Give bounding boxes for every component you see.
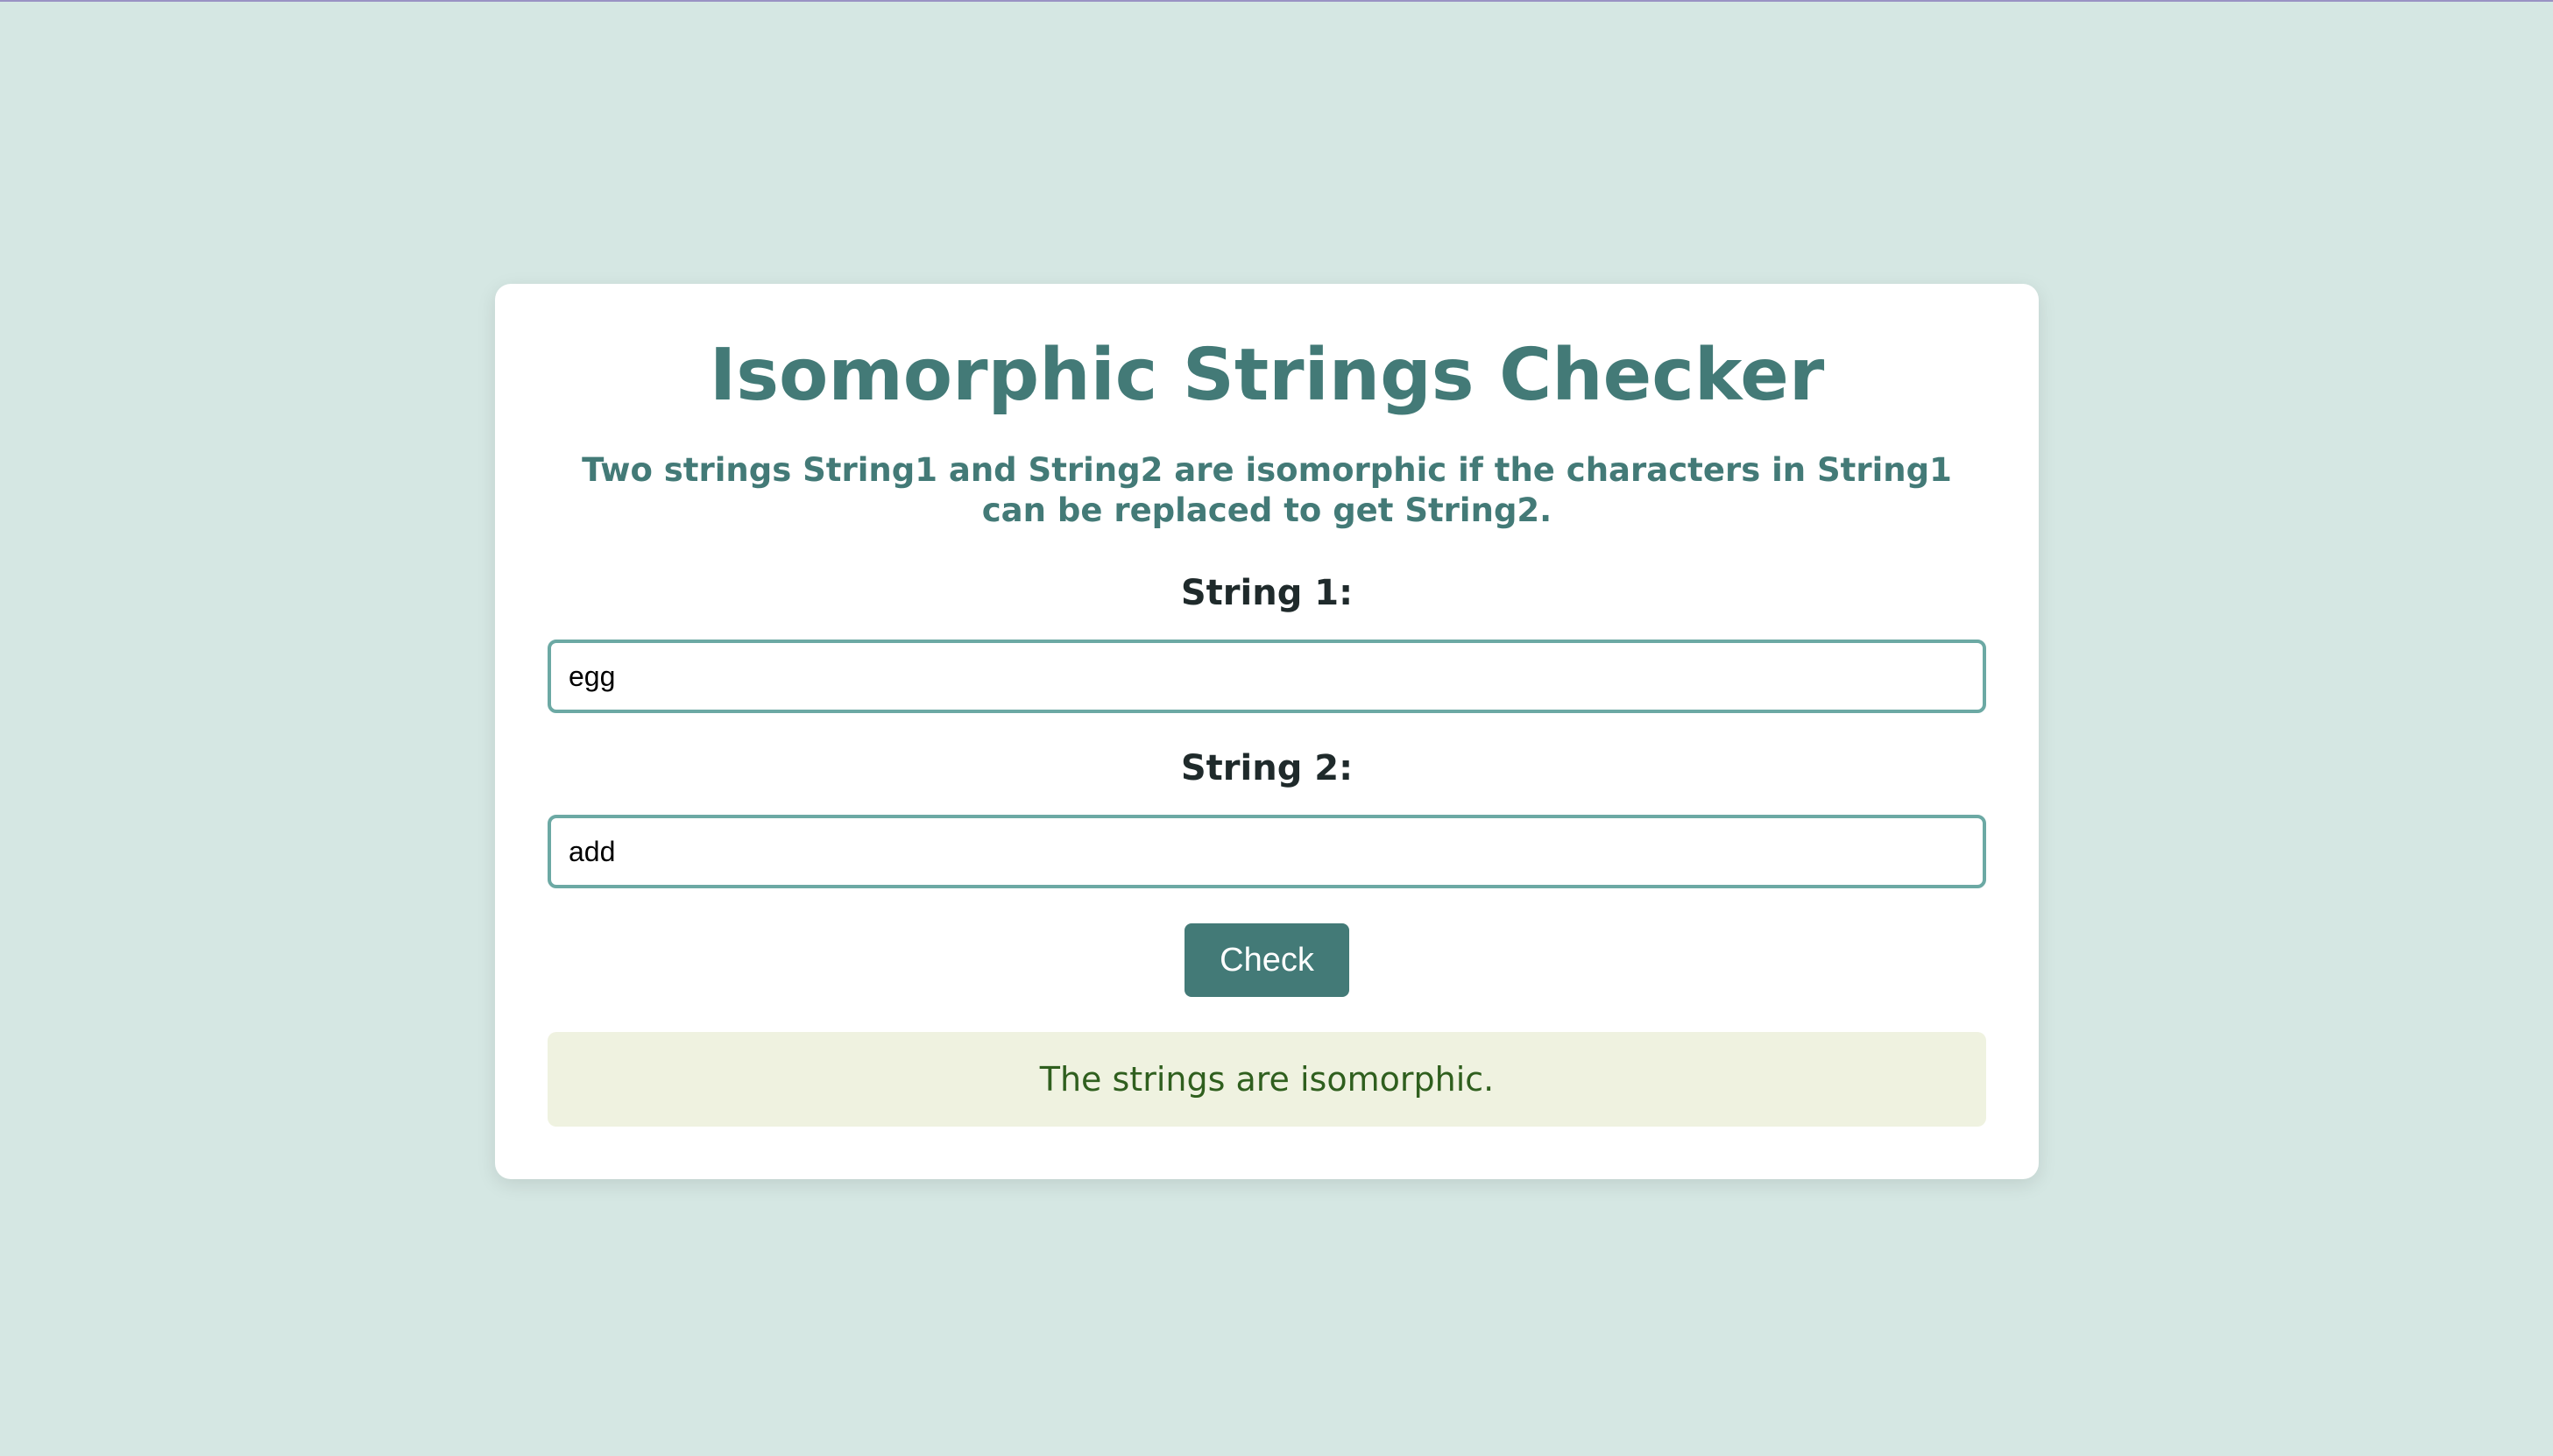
page-title: Isomorphic Strings Checker	[709, 334, 1825, 417]
check-button[interactable]: Check	[1185, 923, 1349, 998]
button-row: Check	[548, 923, 1986, 998]
string1-input[interactable]	[548, 640, 1986, 714]
result-message: The strings are isomorphic.	[548, 1032, 1986, 1127]
string2-label: String 2:	[1180, 748, 1354, 789]
string1-label: String 1:	[1180, 573, 1354, 614]
string2-input[interactable]	[548, 815, 1986, 889]
page-description: Two strings String1 and String2 are isom…	[582, 451, 1952, 530]
checker-card: Isomorphic Strings Checker Two strings S…	[495, 284, 2039, 1179]
